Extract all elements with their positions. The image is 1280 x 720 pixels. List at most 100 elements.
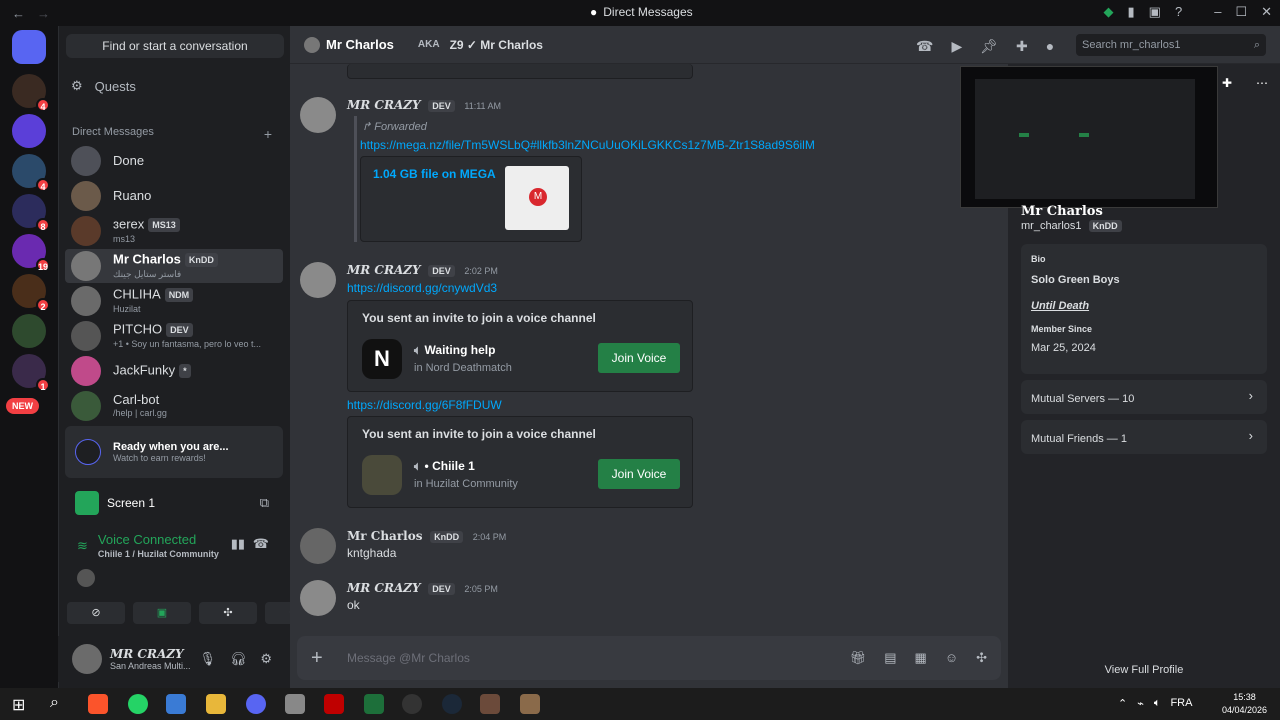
- server-icon[interactable]: 8: [12, 194, 50, 232]
- dm-item[interactable]: CHLIHA NDM Huzilat: [65, 284, 283, 318]
- server-icon[interactable]: [12, 314, 46, 348]
- search-icon: ⌕: [1253, 39, 1260, 51]
- minimize-button[interactable]: –: [1214, 4, 1221, 20]
- network-icon[interactable]: ⌁: [1137, 697, 1144, 710]
- help-icon[interactable]: ?: [1175, 4, 1182, 20]
- mutual-friends-row[interactable]: Mutual Friends — 1 ›: [1021, 420, 1267, 454]
- avatar[interactable]: [300, 262, 336, 298]
- forward-icon: ↱: [362, 121, 375, 133]
- settings-icon[interactable]: ⚙: [260, 651, 272, 667]
- emoji-icon[interactable]: ☺: [945, 650, 958, 666]
- search-icon[interactable]: ⌕: [50, 694, 59, 712]
- pin-icon[interactable]: 📌︎: [980, 38, 998, 55]
- microphone-icon[interactable]: 🎙︎: [199, 651, 216, 667]
- invite-link[interactable]: https://discord.gg/cnywdVd3: [347, 281, 497, 295]
- join-voice-button[interactable]: Join Voice: [598, 343, 680, 373]
- avatar: [71, 321, 101, 351]
- close-button[interactable]: ✕: [1261, 4, 1272, 20]
- server-icon[interactable]: 4: [12, 74, 50, 112]
- steam-icon[interactable]: [442, 694, 462, 714]
- mega-logo-icon: M: [505, 166, 569, 230]
- terminal-icon[interactable]: [364, 694, 384, 714]
- nitro-icon[interactable]: ◆: [1104, 4, 1114, 20]
- bookmark-icon[interactable]: ▮: [1128, 4, 1135, 20]
- server-logo-icon: [362, 455, 402, 495]
- search-input[interactable]: Search mr_charlos1 ⌕: [1076, 34, 1266, 56]
- noise-icon[interactable]: ▮▮: [231, 536, 245, 552]
- app-icon[interactable]: [166, 694, 186, 714]
- add-friend-icon[interactable]: ✚: [1222, 76, 1232, 90]
- server-logo-icon: N: [362, 339, 402, 379]
- mega-link[interactable]: https://mega.nz/file/Tm5WSLbQ#llkfb3lnZN…: [360, 138, 815, 152]
- server-icon[interactable]: 2: [12, 274, 50, 312]
- message-input[interactable]: + Message @Mr Charlos 🎁︎ ▤ ▦ ☺ ✣: [297, 636, 1001, 680]
- back-arrow-icon[interactable]: ←: [12, 6, 25, 21]
- clock[interactable]: 15:38 04/04/2026: [1222, 691, 1267, 717]
- popout-icon[interactable]: ⧉: [260, 495, 269, 511]
- game-icon[interactable]: [480, 694, 500, 714]
- discord-icon[interactable]: [246, 694, 266, 714]
- dm-item[interactable]: Mr Charlos KnDD فاستر ستايل جينك: [65, 249, 283, 283]
- dm-item[interactable]: Ruano: [65, 179, 283, 213]
- discord-icon: ●: [590, 5, 598, 19]
- dm-item[interactable]: ɜerex MS13 ms13: [65, 214, 283, 248]
- dm-item[interactable]: PITCHO DEV +1 • Soy un fantasma, pero lo …: [65, 319, 283, 353]
- profile-icon[interactable]: ●: [1046, 38, 1054, 55]
- avatar[interactable]: [300, 97, 336, 133]
- user-panel: MR CRAZY San Andreas Multi... 🎙︎ 🎧︎ ⚙: [58, 636, 290, 682]
- signal-icon: ≋: [77, 537, 88, 553]
- server-icon[interactable]: [12, 114, 46, 148]
- quests-item[interactable]: ⚙ Quests: [71, 78, 136, 94]
- server-icon[interactable]: 4: [12, 154, 50, 192]
- voice-actions: ⊘ ▣ ✣ ✺: [67, 602, 323, 624]
- call-icon[interactable]: ☎: [916, 38, 933, 55]
- quest-promo[interactable]: Ready when you are... Watch to earn rewa…: [65, 426, 283, 478]
- volume-icon[interactable]: 🔈︎: [1154, 697, 1161, 710]
- avatar[interactable]: [72, 644, 102, 674]
- headphones-icon[interactable]: 🎧︎: [230, 651, 247, 667]
- chevron-up-icon[interactable]: ⌃: [1118, 697, 1127, 710]
- screen-share-row[interactable]: Screen 1 ⧉: [65, 488, 283, 518]
- video-icon[interactable]: ▶: [951, 38, 962, 55]
- file-explorer-icon[interactable]: [206, 694, 226, 714]
- activities-button[interactable]: ✣: [199, 602, 257, 624]
- game-icon[interactable]: [520, 694, 540, 714]
- sticker-icon[interactable]: ▦: [915, 650, 927, 666]
- dm-item[interactable]: Done: [65, 144, 283, 178]
- find-conversation-button[interactable]: Find or start a conversation: [66, 34, 284, 58]
- gift-icon[interactable]: 🎁︎: [850, 650, 867, 666]
- add-dm-icon[interactable]: +: [264, 126, 272, 142]
- view-full-profile-link[interactable]: View Full Profile: [1008, 664, 1280, 676]
- server-icon[interactable]: 1: [12, 354, 50, 392]
- avatar: [71, 356, 101, 386]
- screen-share-button[interactable]: ▣: [133, 602, 191, 624]
- invite-link[interactable]: https://discord.gg/6F8fFDUW: [347, 398, 502, 412]
- server-icon[interactable]: 19: [12, 234, 50, 272]
- mega-embed: 1.04 GB file on MEGA M: [360, 156, 582, 242]
- avatar[interactable]: [300, 528, 336, 564]
- attach-plus-icon[interactable]: +: [311, 647, 341, 670]
- dm-item[interactable]: Carl-bot /help | carl.gg: [65, 389, 283, 423]
- new-badge: NEW: [6, 398, 39, 414]
- windows-start-icon[interactable]: ⊞: [12, 695, 25, 715]
- maximize-button[interactable]: ☐: [1235, 4, 1247, 20]
- disconnect-icon[interactable]: ☎: [253, 536, 269, 552]
- dm-item[interactable]: JackFunky *: [65, 354, 283, 388]
- join-voice-button[interactable]: Join Voice: [598, 459, 680, 489]
- filezilla-icon[interactable]: [324, 694, 344, 714]
- home-button[interactable]: [12, 30, 46, 64]
- mutual-servers-row[interactable]: Mutual Servers — 10 ›: [1021, 380, 1267, 414]
- more-options-icon[interactable]: ⋯: [1256, 76, 1268, 90]
- avatar[interactable]: [300, 580, 336, 616]
- gif-icon[interactable]: ▤: [884, 650, 896, 666]
- speaker-icon: 🔈︎: [414, 459, 425, 473]
- brave-icon[interactable]: [88, 694, 108, 714]
- app-icon[interactable]: [402, 694, 422, 714]
- app-icon[interactable]: [285, 694, 305, 714]
- apps-icon[interactable]: ✣: [976, 650, 987, 666]
- forward-arrow-icon[interactable]: →: [37, 6, 50, 21]
- whatsapp-icon[interactable]: [128, 694, 148, 714]
- inbox-icon[interactable]: ▣: [1149, 4, 1161, 20]
- camera-off-button[interactable]: ⊘: [67, 602, 125, 624]
- add-friends-icon[interactable]: ✚: [1016, 38, 1028, 55]
